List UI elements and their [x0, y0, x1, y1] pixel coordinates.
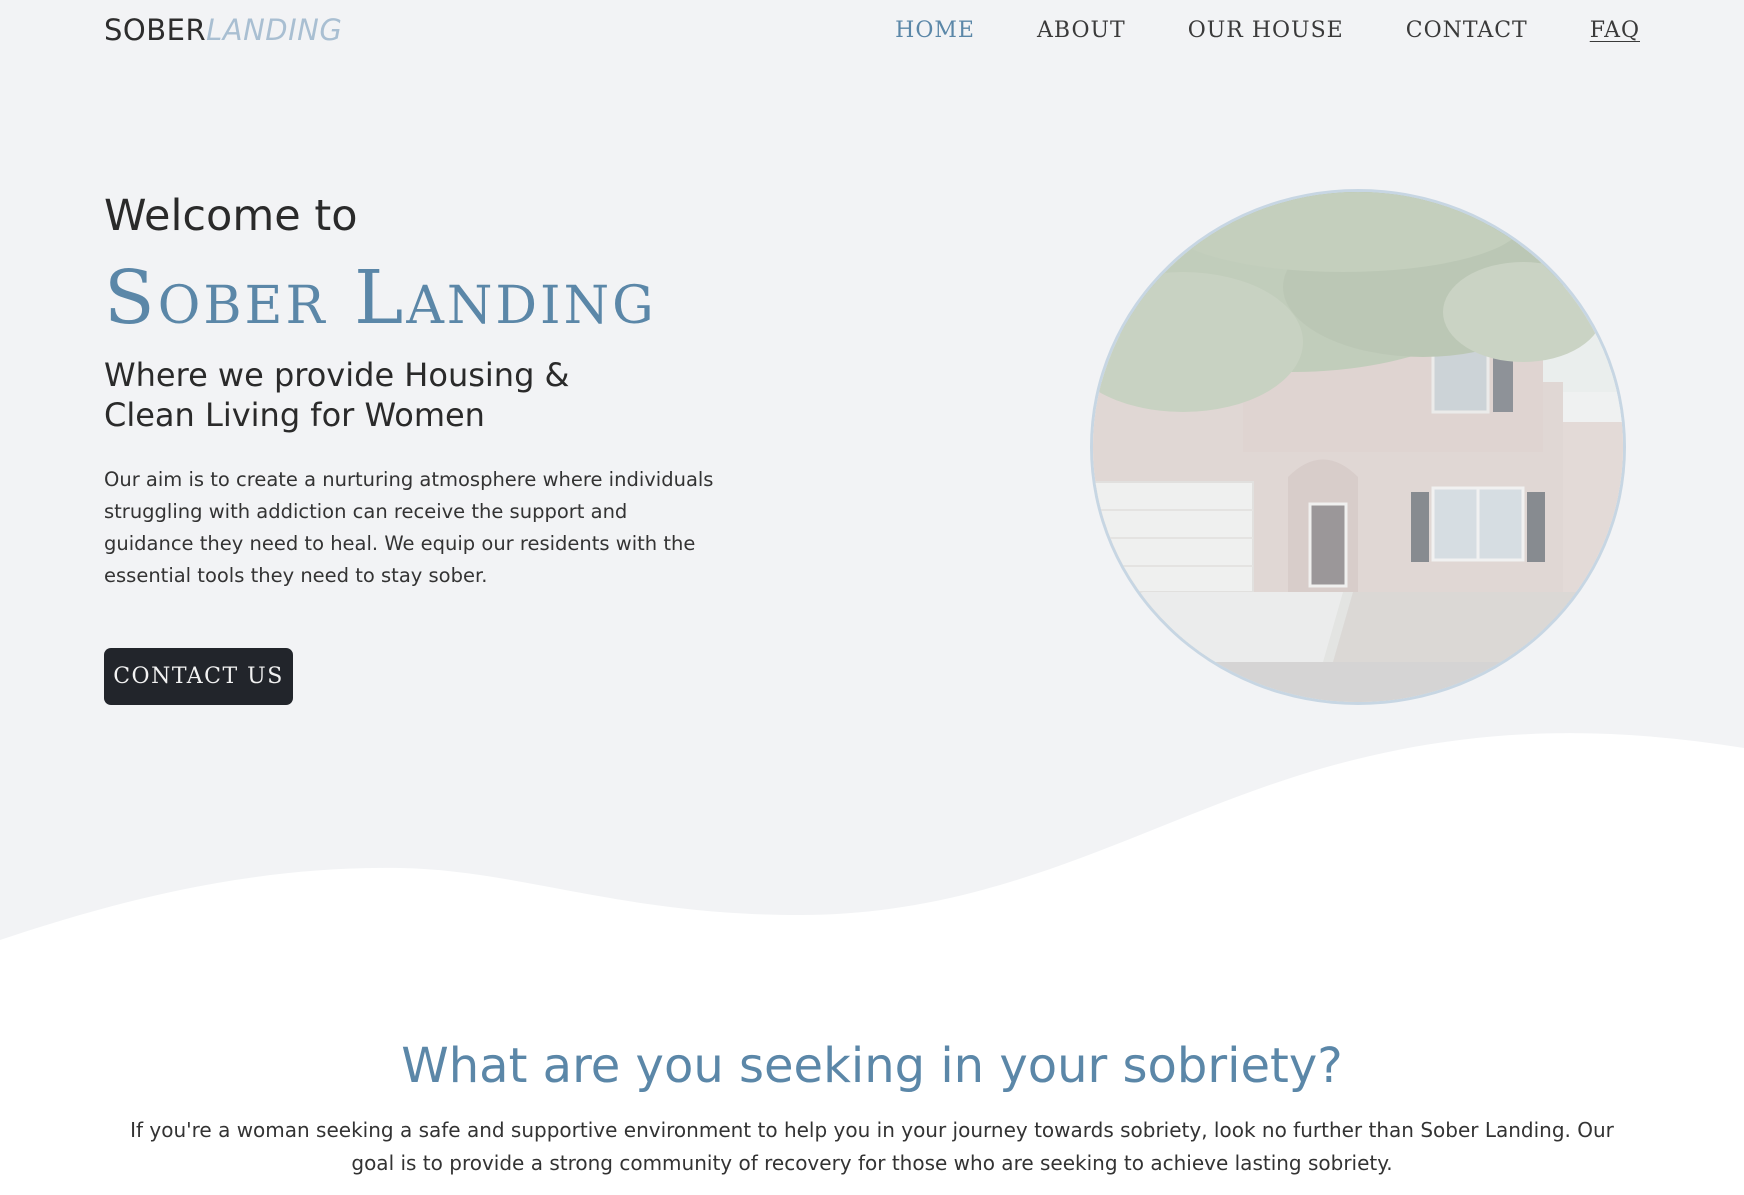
hero-brand-title: Sober Landing: [104, 255, 657, 341]
hero-subtitle: Where we provide Housing & Clean Living …: [104, 356, 570, 434]
logo-text-sober: SOBER: [104, 13, 207, 47]
nav-link-about[interactable]: ABOUT: [1037, 16, 1126, 46]
page: SOBERLANDING HOME ABOUT OUR HOUSE CONTAC…: [0, 0, 1744, 1195]
logo-text-landing: LANDING: [206, 13, 343, 47]
nav-link-home[interactable]: HOME: [895, 16, 975, 46]
section-seeking-paragraph: If you're a woman seeking a safe and sup…: [130, 1118, 1614, 1175]
top-navigation: SOBERLANDING HOME ABOUT OUR HOUSE CONTAC…: [104, 12, 1640, 52]
house-photo: [1090, 189, 1626, 705]
nav-link-contact[interactable]: CONTACT: [1406, 16, 1528, 46]
site-logo[interactable]: SOBERLANDING: [104, 12, 342, 48]
house-illustration: [1093, 192, 1623, 702]
contact-us-button[interactable]: CONTACT US: [104, 648, 293, 705]
section-seeking-heading: What are you seeking in your sobriety?: [401, 1038, 1343, 1094]
contact-us-button-label: CONTACT US: [113, 664, 284, 689]
hero-intro-paragraph: Our aim is to create a nurturing atmosph…: [104, 468, 714, 587]
nav-links: HOME ABOUT OUR HOUSE CONTACT FAQ: [833, 16, 1640, 46]
nav-link-our-house[interactable]: OUR HOUSE: [1188, 16, 1344, 46]
hero-welcome-heading: Welcome to: [104, 191, 358, 241]
nav-link-faq[interactable]: FAQ: [1590, 16, 1640, 46]
